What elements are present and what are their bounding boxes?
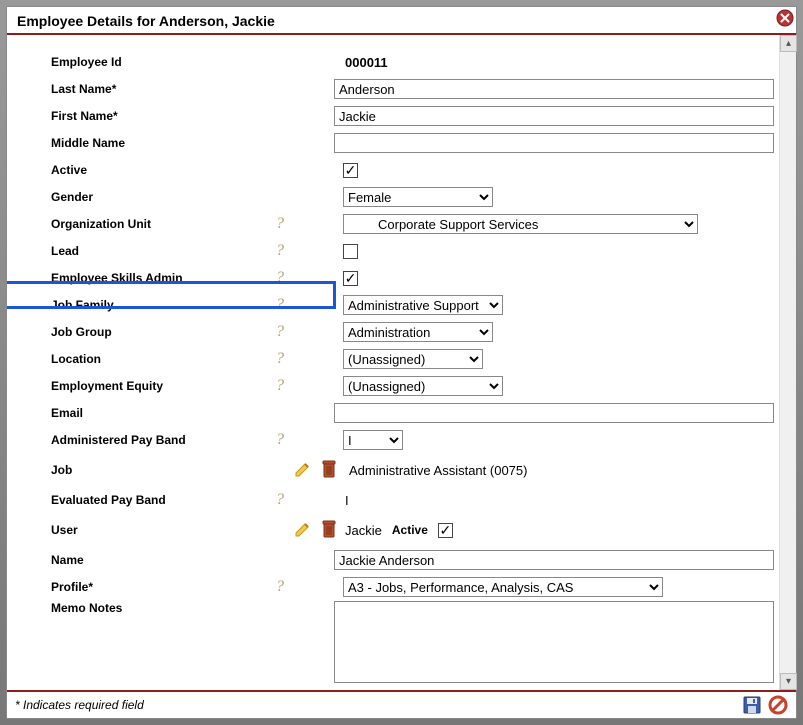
name-input[interactable] <box>334 550 774 570</box>
eval-pay-band-value: I <box>343 493 349 508</box>
org-unit-select[interactable]: Corporate Support Services <box>343 214 698 234</box>
location-select[interactable]: (Unassigned) <box>343 349 483 369</box>
help-icon[interactable]: ? <box>269 491 291 509</box>
label-job-group: Job Group <box>51 325 269 339</box>
label-admin-pay-band: Administered Pay Band <box>51 433 269 447</box>
profile-select[interactable]: A3 - Jobs, Performance, Analysis, CAS <box>343 577 663 597</box>
label-memo-notes: Memo Notes <box>51 601 262 615</box>
required-field-note: * Indicates required field <box>15 698 144 712</box>
edit-icon[interactable] <box>294 460 312 478</box>
help-icon[interactable]: ? <box>269 242 291 260</box>
emp-equity-select[interactable]: (Unassigned) <box>343 376 503 396</box>
label-org-unit: Organization Unit <box>51 217 269 231</box>
vertical-scrollbar[interactable]: ▴ ▾ <box>779 35 796 690</box>
employee-id-value: 000011 <box>343 55 388 70</box>
label-gender: Gender <box>51 190 269 204</box>
gender-select[interactable]: Female <box>343 187 493 207</box>
user-value: Jackie <box>343 523 382 538</box>
lead-checkbox[interactable] <box>343 244 358 259</box>
help-icon[interactable]: ? <box>269 215 291 233</box>
delete-icon[interactable] <box>320 519 338 539</box>
active-checkbox[interactable] <box>343 163 358 178</box>
email-input[interactable] <box>334 403 774 423</box>
label-profile: Profile* <box>51 580 269 594</box>
label-email: Email <box>51 406 262 420</box>
label-user: User <box>51 523 269 537</box>
admin-pay-band-select[interactable]: I <box>343 430 403 450</box>
label-middle-name: Middle Name <box>51 136 262 150</box>
form-scroll-area: Employee Id 000011 Last Name* First Name… <box>7 35 796 690</box>
window-title: Employee Details for Anderson, Jackie <box>17 13 275 29</box>
label-lead: Lead <box>51 244 269 258</box>
label-first-name: First Name* <box>51 109 262 123</box>
last-name-input[interactable] <box>334 79 774 99</box>
help-icon[interactable]: ? <box>269 323 291 341</box>
edit-icon[interactable] <box>294 520 312 538</box>
user-active-checkbox[interactable] <box>438 523 453 538</box>
memo-notes-textarea[interactable] <box>334 601 774 683</box>
label-employee-id: Employee Id <box>51 55 269 69</box>
job-value: Administrative Assistant (0075) <box>343 463 527 478</box>
save-icon[interactable] <box>742 695 762 715</box>
label-job: Job <box>51 463 269 477</box>
delete-icon[interactable] <box>320 459 338 479</box>
skills-admin-checkbox[interactable] <box>343 271 358 286</box>
close-icon[interactable] <box>776 9 794 27</box>
help-icon[interactable]: ? <box>269 578 291 596</box>
label-skills-admin: Employee Skills Admin <box>51 271 269 285</box>
scroll-up-icon[interactable]: ▴ <box>780 35 797 52</box>
label-eval-pay-band: Evaluated Pay Band <box>51 493 269 507</box>
label-location: Location <box>51 352 269 366</box>
job-family-select[interactable]: Administrative Support <box>343 295 503 315</box>
label-emp-equity: Employment Equity <box>51 379 269 393</box>
middle-name-input[interactable] <box>334 133 774 153</box>
cancel-icon[interactable] <box>768 695 788 715</box>
help-icon[interactable]: ? <box>269 377 291 395</box>
help-icon[interactable]: ? <box>269 269 291 287</box>
label-active: Active <box>51 163 269 177</box>
help-icon[interactable]: ? <box>269 350 291 368</box>
user-active-label: Active <box>392 523 428 537</box>
help-icon[interactable]: ? <box>269 296 291 314</box>
help-icon[interactable]: ? <box>269 431 291 449</box>
label-last-name: Last Name* <box>51 82 262 96</box>
label-job-family: Job Family <box>51 298 269 312</box>
scroll-down-icon[interactable]: ▾ <box>780 673 797 690</box>
first-name-input[interactable] <box>334 106 774 126</box>
job-group-select[interactable]: Administration <box>343 322 493 342</box>
label-name: Name <box>51 553 262 567</box>
